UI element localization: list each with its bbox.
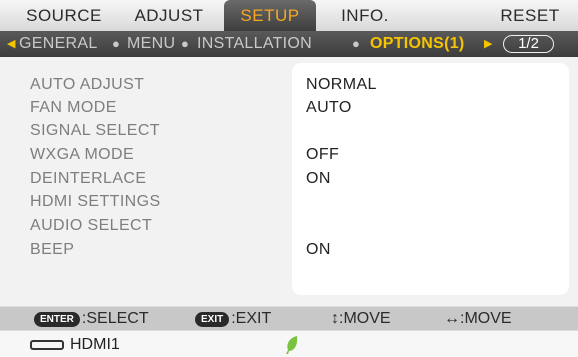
subtab-options[interactable]: OPTIONS(1) bbox=[370, 31, 465, 57]
eco-leaf-icon bbox=[286, 336, 298, 354]
enter-key-badge: ENTER bbox=[34, 312, 80, 327]
tab-reset[interactable]: RESET bbox=[490, 0, 570, 31]
hint-move-horizontal: ↔:MOVE bbox=[444, 310, 512, 327]
arrow-right-icon[interactable]: ▶ bbox=[484, 31, 493, 57]
setting-row-auto-adjust[interactable]: AUTO ADJUST NORMAL bbox=[16, 73, 569, 96]
setting-row-wxga-mode[interactable]: WXGA MODE OFF bbox=[16, 143, 569, 166]
separator-dot: ● bbox=[352, 36, 361, 51]
setting-value: AUTO bbox=[306, 99, 352, 116]
settings-panel: AUTO ADJUST NORMAL FAN MODE AUTO SIGNAL … bbox=[16, 63, 569, 298]
arrow-left-icon[interactable]: ◀ bbox=[7, 31, 16, 57]
setting-label: AUTO ADJUST bbox=[30, 76, 145, 93]
tab-info[interactable]: INFO. bbox=[325, 0, 405, 31]
subtab-menu[interactable]: MENU bbox=[127, 31, 175, 57]
hdmi-port-icon bbox=[30, 340, 64, 350]
tab-source[interactable]: SOURCE bbox=[14, 0, 114, 31]
tab-adjust[interactable]: ADJUST bbox=[120, 0, 218, 31]
setting-row-hdmi-settings[interactable]: HDMI SETTINGS bbox=[16, 190, 569, 213]
subtab-installation[interactable]: INSTALLATION bbox=[197, 31, 312, 57]
hint-exit-label: :EXIT bbox=[231, 310, 272, 327]
setting-row-signal-select[interactable]: SIGNAL SELECT bbox=[16, 119, 569, 142]
setting-row-beep[interactable]: BEEP ON bbox=[16, 238, 569, 261]
key-hint-bar: ENTER:SELECT EXIT:EXIT ↕:MOVE ↔:MOVE bbox=[0, 306, 578, 330]
setting-row-audio-select[interactable]: AUDIO SELECT bbox=[16, 214, 569, 237]
exit-key-badge: EXIT bbox=[195, 312, 230, 327]
setting-value: ON bbox=[306, 170, 331, 187]
setting-label: SIGNAL SELECT bbox=[30, 122, 160, 139]
setting-value: NORMAL bbox=[306, 76, 377, 93]
setting-label: WXGA MODE bbox=[30, 146, 135, 163]
separator-dot: ● bbox=[112, 36, 121, 51]
setting-label: AUDIO SELECT bbox=[30, 217, 153, 234]
hint-select-label: :SELECT bbox=[81, 310, 149, 327]
setting-value: OFF bbox=[306, 146, 340, 163]
setting-label: FAN MODE bbox=[30, 99, 117, 116]
status-bar: HDMI1 bbox=[0, 330, 578, 357]
subtab-general[interactable]: GENERAL bbox=[19, 31, 98, 57]
separator-dot: ● bbox=[181, 36, 190, 51]
input-source-label: HDMI1 bbox=[70, 336, 120, 353]
sub-tab-bar: ◀ GENERAL ● MENU ● INSTALLATION ● OPTION… bbox=[0, 31, 578, 57]
setting-value: ON bbox=[306, 241, 331, 258]
setting-label: BEEP bbox=[30, 241, 75, 258]
setting-label: HDMI SETTINGS bbox=[30, 193, 161, 210]
hint-select: ENTER:SELECT bbox=[34, 307, 149, 331]
setting-row-deinterlace[interactable]: DEINTERLACE ON bbox=[16, 167, 569, 190]
setting-label: DEINTERLACE bbox=[30, 170, 147, 187]
hint-move-vertical: ↕:MOVE bbox=[331, 310, 391, 327]
tab-setup[interactable]: SETUP bbox=[224, 0, 316, 31]
projector-osd-menu: SOURCE ADJUST SETUP INFO. RESET ◀ GENERA… bbox=[0, 0, 578, 357]
setting-row-fan-mode[interactable]: FAN MODE AUTO bbox=[16, 96, 569, 119]
hint-exit: EXIT:EXIT bbox=[195, 307, 271, 331]
main-tab-bar: SOURCE ADJUST SETUP INFO. RESET bbox=[0, 0, 578, 31]
page-indicator: 1/2 bbox=[503, 35, 554, 53]
